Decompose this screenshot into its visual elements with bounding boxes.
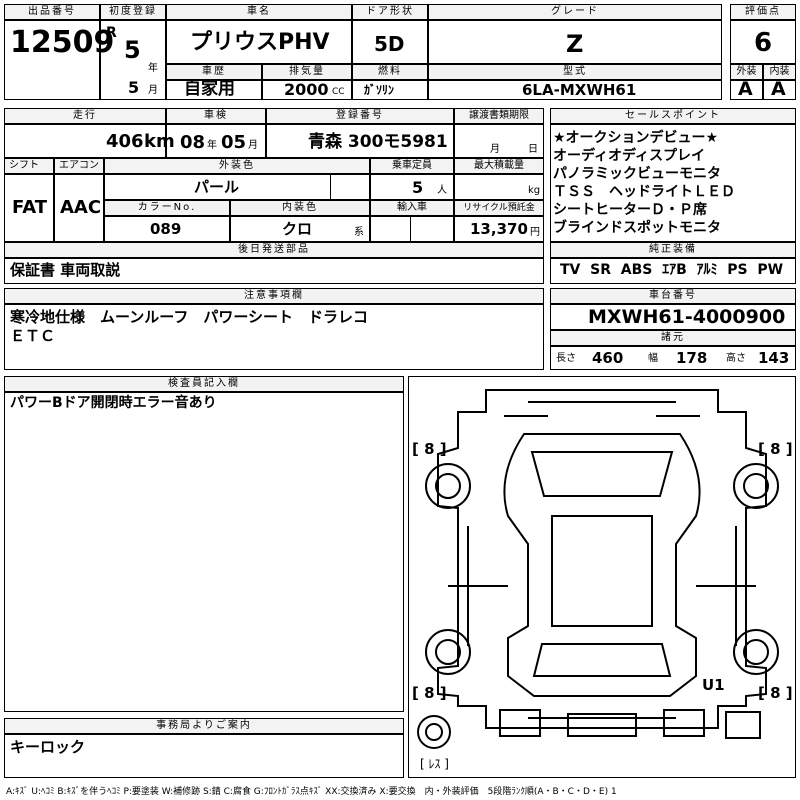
car-diagram xyxy=(417,389,779,749)
plate-header: 登録番号 xyxy=(266,108,454,124)
tire-rear-left: [ 8 ] xyxy=(412,684,447,702)
tire-front-left: [ 8 ] xyxy=(412,440,447,458)
inspection-year-unit: 年 xyxy=(207,140,217,151)
spare-tire-label: [ ﾚｽ ] xyxy=(420,757,449,771)
int-color: クロ xyxy=(282,220,313,238)
max-load-header: 最大積載量 xyxy=(454,158,544,174)
transfer-month-unit: 月 xyxy=(490,144,500,155)
length-label: 長さ xyxy=(556,353,576,364)
interior-grade: A xyxy=(771,78,786,100)
int-color-unit: 系 xyxy=(354,227,364,238)
ext-color-divider xyxy=(330,174,331,200)
ext-color-header: 外装色 xyxy=(104,158,370,174)
notes-header: 注意事項欄 xyxy=(4,288,544,304)
tire-front-right: [ 8 ] xyxy=(758,440,793,458)
color-no: 089 xyxy=(150,220,182,238)
sales-points-header: セールスポイント xyxy=(550,108,796,124)
displacement: 2000 xyxy=(284,80,329,99)
inspection-year: 08 xyxy=(180,132,206,153)
aircon-header: エアコン xyxy=(54,158,104,174)
fuel: ｶﾞｿﾘﾝ xyxy=(364,83,395,97)
legend: A:ｷｽﾞ U:ﾍｺﾐ B:ｷｽﾞを伴うﾍｺﾐ P:要塗装 W:補修跡 S:錆 … xyxy=(6,787,617,797)
office-note: キーロック xyxy=(10,738,86,756)
inspector-note: パワーBドア開閉時エラー音あり xyxy=(10,395,217,411)
plate: 青森 300モ5981 xyxy=(308,132,448,152)
office-header: 事務局よりご案内 xyxy=(4,718,404,734)
notes-line-1: 寒冷地仕様 ムーンルーフ パワーシート ドラレコ xyxy=(10,308,369,326)
recycle: 13,370 xyxy=(470,220,528,238)
equipment-header: 純正装備 xyxy=(550,242,796,258)
grade: Z xyxy=(566,30,584,58)
door-type: 5D xyxy=(374,32,405,56)
fuel-header: 燃料 xyxy=(352,64,428,80)
inspection-month: 05 xyxy=(221,132,247,153)
lot-number: 12509 xyxy=(10,25,115,60)
displacement-header: 排気量 xyxy=(262,64,352,80)
height-value: 143 xyxy=(758,349,790,367)
import-divider xyxy=(410,216,411,242)
chassis-number: MXWH61-4000900 xyxy=(588,306,786,328)
history: 自家用 xyxy=(184,79,235,99)
exterior-grade: A xyxy=(738,78,753,100)
inspection-month-unit: 月 xyxy=(248,140,258,151)
displacement-unit: CC xyxy=(332,87,345,97)
later-parts: 保証書 車両取説 xyxy=(10,261,121,279)
first-reg-year: 5 xyxy=(124,36,141,64)
score-header: 評価点 xyxy=(730,4,796,20)
capacity-unit: 人 xyxy=(437,185,447,196)
first-reg-era: R xyxy=(106,25,117,41)
max-load-unit: kg xyxy=(528,185,541,196)
transfer-header: 譲渡書類期限 xyxy=(454,108,544,124)
car-name-header: 車名 xyxy=(166,4,352,20)
history-header: 車歴 xyxy=(166,64,262,80)
sales-point-line: ブラインドスポットモニタ xyxy=(553,220,721,236)
sales-point-line: ★オークションデビュー★ xyxy=(553,130,719,146)
inspector-cell xyxy=(4,392,404,712)
damage-mark: U1 xyxy=(702,676,725,694)
recycle-header: リサイクル預託金 xyxy=(454,200,544,216)
color-no-header: カラーNo. xyxy=(104,200,230,216)
recycle-unit: 円 xyxy=(530,227,540,238)
width-label: 幅 xyxy=(648,353,658,364)
chassis-header: 車台番号 xyxy=(550,288,796,304)
sales-point-line: ＴＳＳ ヘッドライトＬＥＤ xyxy=(553,184,735,200)
door-header: ドア形状 xyxy=(352,4,428,20)
length-value: 460 xyxy=(592,349,624,367)
sales-point-line: オーディオディスプレイ xyxy=(553,148,706,164)
lot-header: 出品番号 xyxy=(4,4,100,20)
first-reg-year-unit: 年 xyxy=(148,63,158,74)
capacity-header: 乗車定員 xyxy=(370,158,454,174)
sales-point-line: パノラミックビューモニタ xyxy=(553,166,721,182)
shift-header: シフト xyxy=(4,158,54,174)
import-header: 輸入車 xyxy=(370,200,454,216)
grade-header: グレード xyxy=(428,4,722,20)
first-reg-header: 初度登録 xyxy=(100,4,166,20)
model-header: 型式 xyxy=(428,64,722,80)
inspector-header: 検査員記入欄 xyxy=(4,376,404,392)
capacity: 5 xyxy=(412,178,424,197)
shift: FAT xyxy=(12,197,48,218)
first-reg-month-unit: 月 xyxy=(148,85,158,96)
first-reg-month: 5 xyxy=(128,78,140,97)
mileage: 406 xyxy=(106,131,144,152)
notes-line-2: ＥＴＣ xyxy=(10,327,56,345)
car-name: プリウスPHV xyxy=(190,30,330,55)
later-parts-header: 後日発送部品 xyxy=(4,242,544,258)
int-color-header: 内装色 xyxy=(230,200,370,216)
mileage-header: 走行 xyxy=(4,108,166,124)
score: 6 xyxy=(754,28,773,58)
ext-color: パール xyxy=(194,178,240,196)
specs-header: 諸元 xyxy=(550,330,796,346)
sales-point-line: シートヒーターＤ・Ｐ席 xyxy=(553,202,707,218)
transfer-day-unit: 日 xyxy=(528,144,538,155)
inspection-header: 車検 xyxy=(166,108,266,124)
width-value: 178 xyxy=(676,349,708,367)
aircon: AAC xyxy=(60,197,102,218)
model: 6LA-MXWH61 xyxy=(522,81,637,99)
import-cell xyxy=(370,216,454,242)
height-label: 高さ xyxy=(726,353,746,364)
tire-rear-right: [ 8 ] xyxy=(758,684,793,702)
equipment: TV SR ABS ｴｱB ｱﾙﾐ PS PW xyxy=(560,262,784,278)
